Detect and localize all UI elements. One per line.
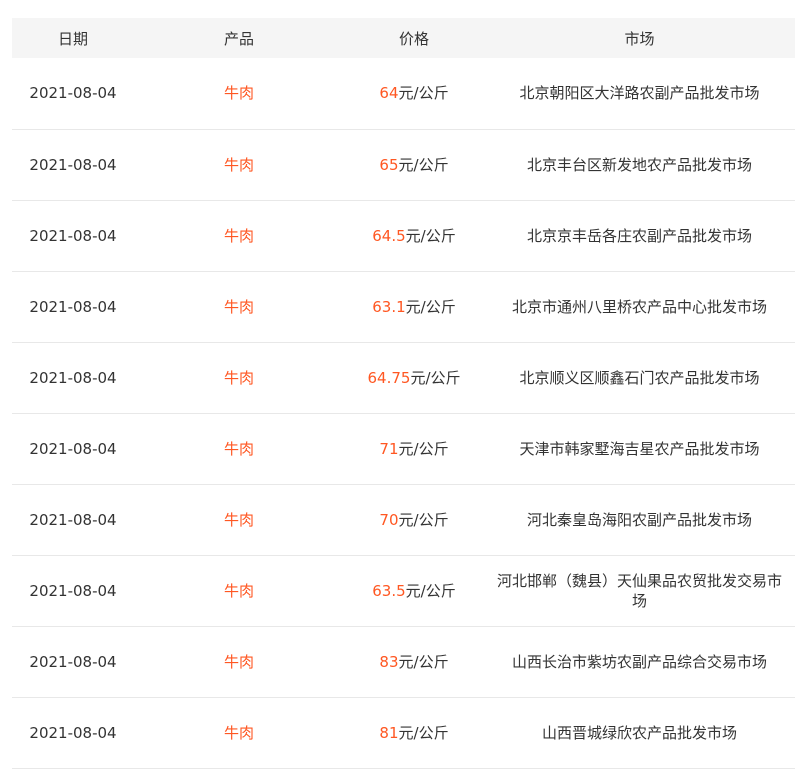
price-table-container: 日期 产品 价格 市场 2021-08-04 牛肉 64元/公斤 北京朝阳区大洋路农副… — [12, 18, 795, 769]
cell-market: 北京顺义区顺鑫石门农产品批发市场 — [519, 368, 760, 387]
product-name: 牛肉 — [223, 226, 254, 245]
table-row: 2021-08-04 牛肉 71元/公斤 天津市韩家墅海吉星农产品批发市场 — [12, 413, 795, 484]
product-name: 牛肉 — [223, 368, 254, 387]
table-row: 2021-08-04 牛肉 64.75元/公斤 北京顺义区顺鑫石门农产品批发市场 — [12, 342, 795, 413]
cell-date: 2021-08-04 — [29, 297, 117, 316]
cell-market: 北京朝阳区大洋路农副产品批发市场 — [519, 84, 760, 103]
cell-price: 65元/公斤 — [344, 129, 484, 200]
cell-price: 70元/公斤 — [344, 484, 484, 555]
column-header-price: 价格 — [398, 29, 429, 48]
price-unit: 元/公斤 — [398, 510, 449, 529]
cell-market: 北京市通州八里桥农产品中心批发市场 — [511, 297, 767, 316]
cell-date: 2021-08-04 — [29, 652, 117, 671]
cell-date: 2021-08-04 — [29, 439, 117, 458]
cell-product: 牛肉 — [134, 342, 344, 413]
table-row: 2021-08-04 牛肉 65元/公斤 北京丰台区新发地农产品批发市场 — [12, 129, 795, 200]
column-header-product: 产品 — [223, 29, 254, 48]
cell-market: 河北秦皇岛海阳农副产品批发市场 — [526, 510, 752, 529]
cell-date: 2021-08-04 — [29, 226, 117, 245]
cell-product: 牛肉 — [134, 200, 344, 271]
product-name: 牛肉 — [223, 652, 254, 671]
product-name: 牛肉 — [223, 510, 254, 529]
cell-market: 河北邯郸（魏县）天仙果品农贸批发交易市场 — [496, 571, 782, 610]
cell-market: 北京京丰岳各庄农副产品批发市场 — [526, 226, 752, 245]
cell-date: 2021-08-04 — [29, 84, 117, 103]
cell-price: 83元/公斤 — [344, 626, 484, 697]
cell-market: 山西长治市紫坊农副产品综合交易市场 — [511, 652, 767, 671]
price-unit: 元/公斤 — [410, 368, 461, 387]
price-unit: 元/公斤 — [405, 581, 456, 600]
cell-product: 牛肉 — [134, 58, 344, 129]
price-value: 71 — [379, 439, 399, 458]
table-row: 2021-08-04 牛肉 81元/公斤 山西晋城绿欣农产品批发市场 — [12, 697, 795, 768]
table-row: 2021-08-04 牛肉 63.5元/公斤 河北邯郸（魏县）天仙果品农贸批发交易市场 — [12, 555, 795, 626]
cell-date: 2021-08-04 — [29, 510, 117, 529]
table-row: 2021-08-04 牛肉 70元/公斤 河北秦皇岛海阳农副产品批发市场 — [12, 484, 795, 555]
table-row: 2021-08-04 牛肉 63.1元/公斤 北京市通州八里桥农产品中心批发市场 — [12, 271, 795, 342]
price-unit: 元/公斤 — [405, 297, 456, 316]
product-name: 牛肉 — [223, 581, 254, 600]
table-row: 2021-08-04 牛肉 83元/公斤 山西长治市紫坊农副产品综合交易市场 — [12, 626, 795, 697]
price-unit: 元/公斤 — [398, 155, 449, 174]
cell-product: 牛肉 — [134, 697, 344, 768]
cell-product: 牛肉 — [134, 413, 344, 484]
cell-product: 牛肉 — [134, 484, 344, 555]
cell-price: 81元/公斤 — [344, 697, 484, 768]
table-header-row: 日期 产品 价格 市场 — [12, 18, 795, 58]
price-value: 65 — [379, 155, 399, 174]
cell-date: 2021-08-04 — [29, 368, 117, 387]
cell-product: 牛肉 — [134, 129, 344, 200]
cell-product: 牛肉 — [134, 555, 344, 626]
cell-date: 2021-08-04 — [29, 155, 117, 174]
cell-price: 64.75元/公斤 — [344, 342, 484, 413]
table-row: 2021-08-04 牛肉 64.5元/公斤 北京京丰岳各庄农副产品批发市场 — [12, 200, 795, 271]
table-header: 日期 产品 价格 市场 — [12, 18, 795, 58]
product-name: 牛肉 — [223, 297, 254, 316]
product-name: 牛肉 — [223, 84, 254, 103]
price-unit: 元/公斤 — [398, 84, 449, 103]
cell-date: 2021-08-04 — [29, 723, 117, 742]
cell-product: 牛肉 — [134, 271, 344, 342]
price-value: 63.1 — [372, 297, 406, 316]
price-table: 日期 产品 价格 市场 2021-08-04 牛肉 64元/公斤 北京朝阳区大洋路农副… — [12, 18, 795, 769]
cell-price: 64元/公斤 — [344, 58, 484, 129]
price-value: 64.75 — [367, 368, 411, 387]
cell-price: 63.1元/公斤 — [344, 271, 484, 342]
product-name: 牛肉 — [223, 723, 254, 742]
product-name: 牛肉 — [223, 439, 254, 458]
product-name: 牛肉 — [223, 155, 254, 174]
cell-product: 牛肉 — [134, 626, 344, 697]
price-unit: 元/公斤 — [398, 723, 449, 742]
cell-price: 64.5元/公斤 — [344, 200, 484, 271]
cell-price: 63.5元/公斤 — [344, 555, 484, 626]
column-header-date: 日期 — [57, 29, 88, 48]
price-value: 81 — [379, 723, 399, 742]
cell-market: 北京丰台区新发地农产品批发市场 — [526, 155, 752, 174]
price-unit: 元/公斤 — [398, 439, 449, 458]
cell-price: 71元/公斤 — [344, 413, 484, 484]
price-value: 70 — [379, 510, 399, 529]
price-value: 64 — [379, 84, 399, 103]
table-body: 2021-08-04 牛肉 64元/公斤 北京朝阳区大洋路农副产品批发市场 2021-0… — [12, 58, 795, 768]
cell-market: 山西晋城绿欣农产品批发市场 — [541, 723, 737, 742]
price-value: 63.5 — [372, 581, 406, 600]
column-header-market: 市场 — [624, 29, 655, 48]
price-value: 64.5 — [372, 226, 406, 245]
cell-market: 天津市韩家墅海吉星农产品批发市场 — [519, 439, 760, 458]
price-unit: 元/公斤 — [398, 652, 449, 671]
price-unit: 元/公斤 — [405, 226, 456, 245]
cell-date: 2021-08-04 — [29, 581, 117, 600]
price-value: 83 — [379, 652, 399, 671]
table-row: 2021-08-04 牛肉 64元/公斤 北京朝阳区大洋路农副产品批发市场 — [12, 58, 795, 129]
